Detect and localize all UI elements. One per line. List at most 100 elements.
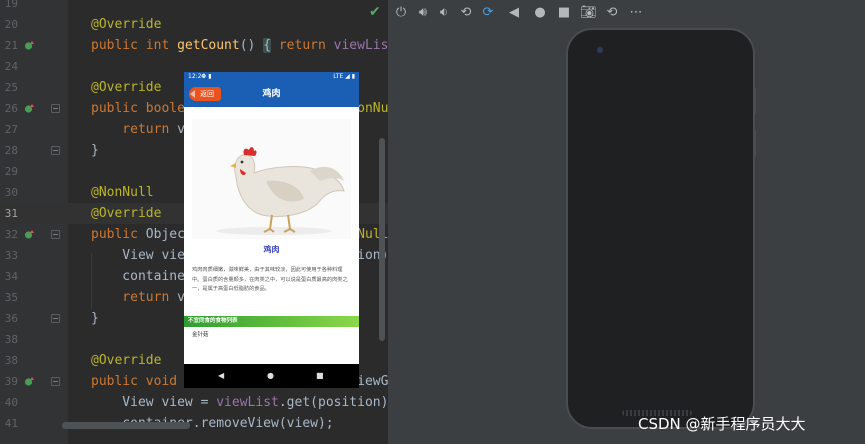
food-description: 鸡肉肉质细嫩，滋味鲜美，由于其味较淡，因此可使用于各种料理中。蛋白质的含量颇多，…	[192, 267, 348, 293]
line-number: 28	[4, 144, 18, 157]
code-text[interactable]: View view = viewList.get(position);	[91, 392, 388, 413]
code-token: getCount	[177, 38, 240, 53]
editor-horizontal-scrollbar[interactable]	[62, 422, 190, 429]
code-token: }	[91, 143, 99, 158]
line-number: 32	[4, 228, 18, 241]
code-text[interactable]: @Override	[91, 77, 161, 98]
code-token: @Override	[91, 80, 162, 95]
emulator-toolbar: ✔ ⏻ 🔊︎ 🔉︎ ⟲ ⟳ ◀ ● ■ 📷︎ ⟲ ⋯	[369, 0, 865, 26]
code-token: return	[91, 122, 178, 137]
line-number: 19	[4, 0, 18, 10]
line-number: 29	[4, 165, 18, 178]
code-token: @Override	[91, 353, 162, 368]
code-token: @Override	[91, 17, 162, 32]
nav-recents-icon[interactable]: ■	[316, 370, 324, 382]
code-text[interactable]: @Override	[91, 350, 161, 371]
line-number: 41	[4, 417, 18, 430]
line-number: 39	[4, 375, 18, 388]
code-text[interactable]: }	[91, 140, 99, 161]
override-marker-icon[interactable]	[24, 229, 35, 240]
code-token: viewList	[333, 38, 388, 53]
line-number: 26	[4, 102, 18, 115]
override-marker-icon[interactable]	[24, 40, 35, 51]
back-button[interactable]: 返回	[189, 87, 221, 101]
code-text[interactable]: public int getCount() { return viewList.…	[91, 35, 388, 56]
volume-side-button[interactable]	[753, 88, 756, 114]
list-item[interactable]: 金针菇	[192, 330, 209, 338]
editor-vertical-scrollbar[interactable]	[379, 138, 385, 341]
line-number: 33	[4, 249, 18, 262]
check-icon: ✔	[369, 4, 381, 20]
override-marker-icon[interactable]	[24, 103, 35, 114]
code-text[interactable]: @Override	[91, 14, 161, 35]
code-line[interactable]: 21 public int getCount() { return viewLis…	[0, 35, 388, 56]
volume-down-icon[interactable]: 🔉︎	[436, 5, 452, 21]
code-token: return	[91, 290, 178, 305]
line-number: 38	[4, 333, 18, 346]
code-line[interactable]: 19	[0, 0, 388, 14]
food-name: 鸡肉	[263, 245, 280, 254]
line-number: 36	[4, 312, 18, 325]
code-line[interactable]: 41 container.removeView(view);	[0, 413, 388, 434]
rotate-left-icon[interactable]: ⟲	[458, 5, 474, 21]
line-number: 27	[4, 123, 18, 136]
volume-up-icon[interactable]: 🔊︎	[415, 5, 431, 21]
more-icon[interactable]: ⋯	[628, 5, 644, 21]
navigation-bar: ◀ ● ■	[184, 364, 359, 388]
line-number: 25	[4, 81, 18, 94]
code-token: .get(position);	[278, 395, 388, 410]
fold-toggle-icon[interactable]	[51, 146, 60, 155]
rotate-right-icon[interactable]: ⟳	[480, 5, 496, 21]
nav-back-icon[interactable]: ◀	[218, 370, 224, 382]
code-token: return	[271, 38, 334, 53]
line-number: 21	[4, 39, 18, 52]
code-token: viewList	[216, 395, 279, 410]
phone-screen[interactable]: 12:24 ⚙ ▮ LTE ◢ ▮ 鸡肉 返回 鸡肉 鸡肉肉质细嫩，滋味鲜美，由…	[184, 72, 359, 388]
status-network: LTE	[333, 73, 344, 80]
fold-toggle-icon[interactable]	[51, 230, 60, 239]
nav-home-icon[interactable]: ●	[267, 370, 274, 382]
line-number: 30	[4, 186, 18, 199]
code-token: }	[91, 311, 99, 326]
emulator-panel: ✔ ⏻ 🔊︎ 🔉︎ ⟲ ⟳ ◀ ● ■ 📷︎ ⟲ ⋯	[369, 0, 865, 444]
history-icon[interactable]: ⟲	[604, 5, 620, 21]
fold-toggle-icon[interactable]	[51, 104, 60, 113]
line-number: 20	[4, 18, 18, 31]
code-token: public void	[91, 374, 185, 389]
code-line[interactable]: 20 @Override	[0, 14, 388, 35]
power-icon[interactable]: ⏻	[393, 5, 409, 21]
chicken-image	[192, 119, 351, 239]
overview-icon[interactable]: ■	[556, 5, 572, 21]
line-number: 31	[4, 207, 18, 220]
power-side-button[interactable]	[753, 130, 756, 156]
code-text[interactable]: @Override	[91, 203, 161, 224]
code-token: View view =	[91, 395, 217, 410]
status-bar: 12:24 ⚙ ▮ LTE ◢ ▮	[184, 72, 359, 82]
override-marker-icon[interactable]	[24, 376, 35, 387]
watermark: CSDN @新手程序员大大	[638, 415, 806, 433]
settings-icon: ⚙ ▮	[201, 73, 212, 80]
code-text[interactable]: }	[91, 308, 99, 329]
indent-guide	[91, 253, 92, 309]
code-line[interactable]: 40 View view = viewList.get(position);	[0, 392, 388, 413]
code-text[interactable]: @NonNull	[91, 182, 154, 203]
line-number: 34	[4, 270, 18, 283]
code-token: {	[263, 38, 272, 53]
line-number: 40	[4, 396, 18, 409]
front-camera	[597, 47, 603, 53]
signal-status: LTE ◢ ▮	[333, 73, 355, 80]
line-number: 24	[4, 60, 18, 73]
back-icon[interactable]: ◀	[506, 5, 522, 21]
line-number: 38	[4, 354, 18, 367]
incompatible-foods-header: 不宜同食的食物列表	[184, 316, 359, 327]
code-token: public	[91, 227, 146, 242]
home-icon[interactable]: ●	[532, 5, 548, 21]
code-token: public int	[91, 38, 178, 53]
code-token: ()	[239, 38, 264, 53]
code-token: @NonNull	[91, 185, 154, 200]
fold-toggle-icon[interactable]	[51, 377, 60, 386]
camera-icon[interactable]: 📷︎	[580, 5, 597, 21]
code-token: @Override	[91, 206, 162, 221]
fold-toggle-icon[interactable]	[51, 314, 60, 323]
app-bar: 鸡肉 返回	[184, 82, 359, 107]
